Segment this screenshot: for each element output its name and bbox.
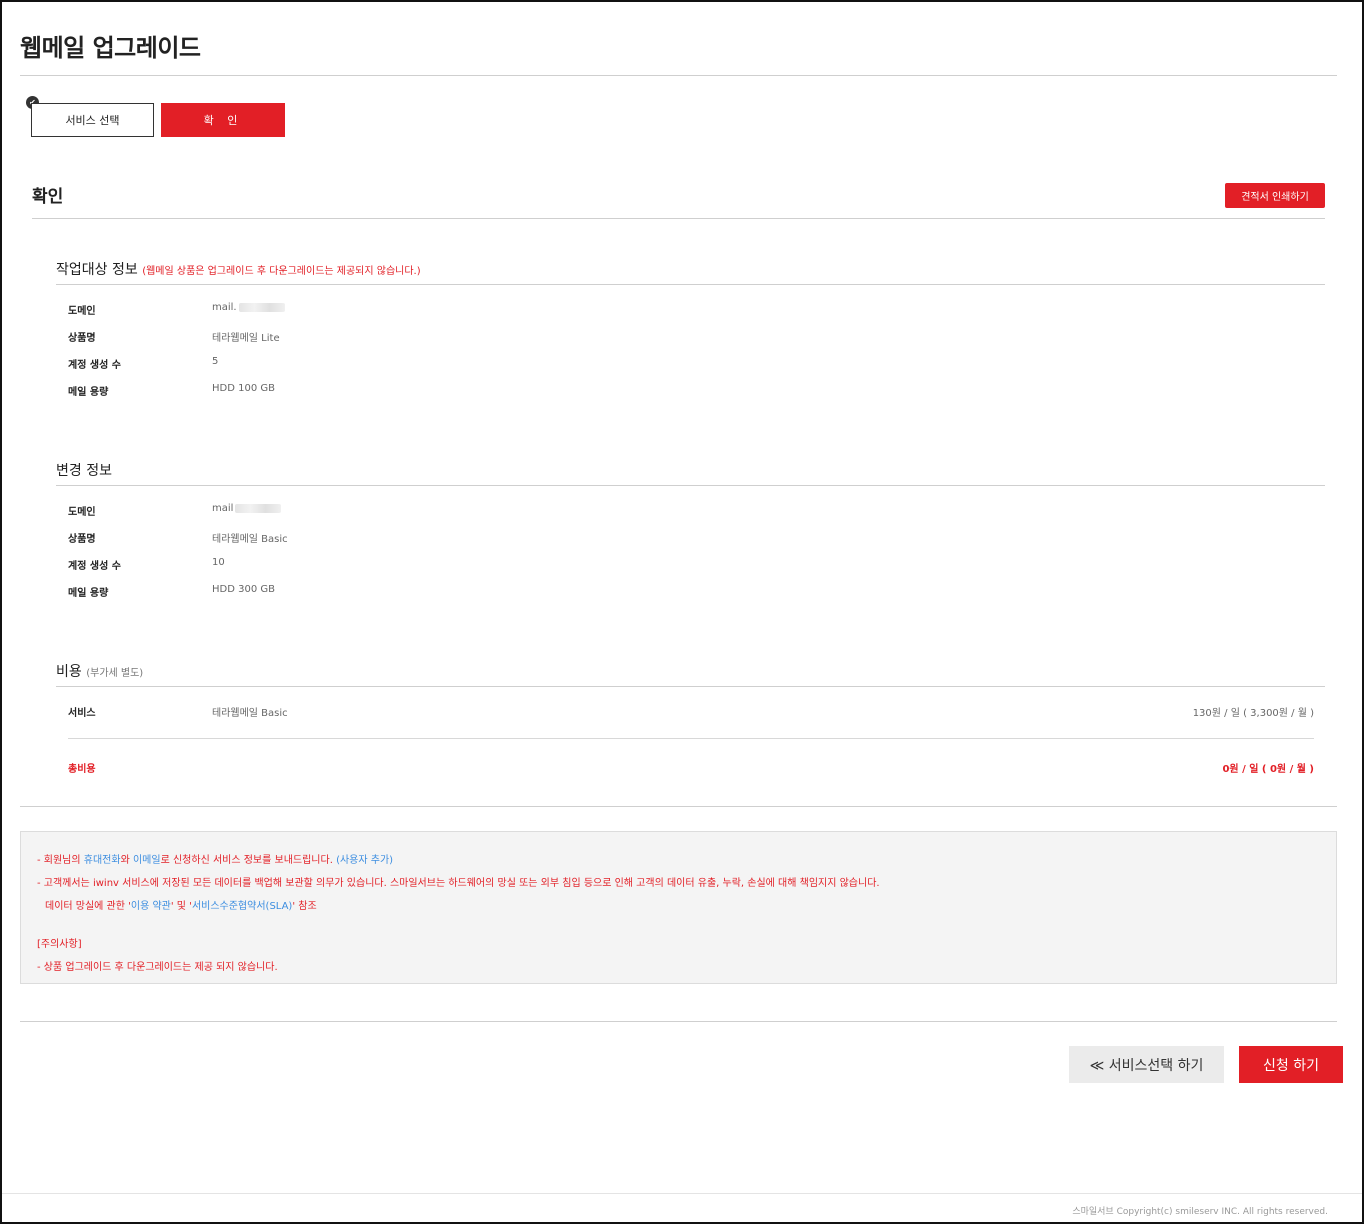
actions-divider [20,1021,1337,1022]
confirm-section-title: 확인 [32,187,64,207]
back-to-service-select-button[interactable]: ≪ 서비스선택 하기 [1069,1046,1224,1083]
change-row-accounts: 계정 생성 수 10 [68,557,225,572]
caution-text: - 상품 업그레이드 후 다운그레이드는 제공 되지 않습니다. [37,962,278,973]
change-info-heading: 변경 정보 [56,463,112,479]
target-row-domain: 도메인 mail. [68,302,1314,318]
caution-title: [주의사항] [37,939,82,950]
cost-title: 비용 (부가세 별도) [56,661,143,681]
cost-vat-note: (부가세 별도) [86,668,144,679]
notice-line-3: 데이터 망실에 관한 '이용 약관' 및 '서비스수준협약서(SLA)' 참조 [45,901,317,912]
cost-row-service: 서비스 테라웹메일 Basic 130원 / 일 ( 3,300원 / 월 ) [68,708,1314,719]
notice-line-1: - 회원님의 휴대전화와 이메일로 신청하신 서비스 정보를 보내드립니다. (… [37,855,394,866]
cost-inner-divider [68,738,1314,739]
terms-link[interactable]: 이용 약관 [131,901,171,912]
step-service-select[interactable]: 서비스 선택 [31,103,154,137]
page-title: 웹메일 업그레이드 [20,34,201,62]
cost-divider [56,686,1325,687]
title-divider [20,75,1337,76]
sla-link[interactable]: 서비스수준협약서(SLA) [192,901,292,912]
change-row-storage: 메일 용량 HDD 300 GB [68,584,275,599]
change-row-product: 상품명 테라웹메일 Basic [68,534,288,545]
change-row-domain: 도메인 mail [68,503,1314,519]
cost-heading: 비용 [56,664,82,680]
target-row-storage: 메일 용량 HDD 100 GB [68,383,275,398]
target-info-title: 작업대상 정보 (웹메일 상품은 업그레이드 후 다운그레이드는 제공되지 않습… [56,259,421,279]
target-info-note: (웹메일 상품은 업그레이드 후 다운그레이드는 제공되지 않습니다.) [142,266,421,277]
content-divider [20,806,1337,807]
masked-domain [235,503,282,513]
target-info-heading: 작업대상 정보 [56,262,138,278]
change-divider [56,485,1325,486]
apply-button[interactable]: 신청 하기 [1239,1046,1343,1083]
phone-link[interactable]: 휴대전화 [84,855,121,866]
target-divider [56,284,1325,285]
target-row-product: 상품명 테라웹메일 Lite [68,333,280,344]
print-estimate-button[interactable]: 견적서 인쇄하기 [1225,183,1325,208]
masked-domain [238,302,285,312]
footer-divider [2,1193,1362,1194]
confirm-divider [32,218,1325,219]
email-link[interactable]: 이메일 [133,855,161,866]
add-user-link[interactable]: (사용자 추가) [336,855,393,866]
target-row-accounts: 계정 생성 수 5 [68,356,219,371]
page-frame: 웹메일 업그레이드 ✔ 서비스 선택 확 인 확인 견적서 인쇄하기 작업대상 … [0,0,1364,1224]
notice-line-2: - 고객께서는 iwinv 서비스에 저장된 모든 데이터를 백업해 보관할 의… [37,878,880,889]
step-confirm[interactable]: 확 인 [161,103,285,137]
footer-copyright: 스마일서브 Copyright(c) smileserv INC. All ri… [1072,1207,1328,1217]
change-info-title: 변경 정보 [56,460,112,480]
notice-box: - 회원님의 휴대전화와 이메일로 신청하신 서비스 정보를 보내드립니다. (… [20,831,1337,984]
cost-row-total: 총비용 0원 / 일 ( 0원 / 월 ) [68,764,1314,775]
